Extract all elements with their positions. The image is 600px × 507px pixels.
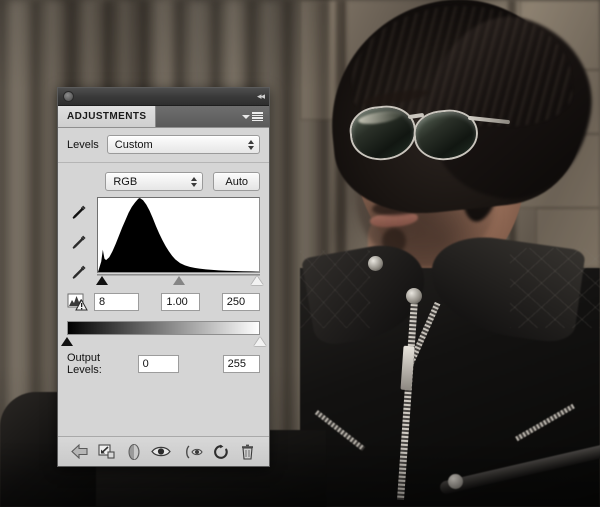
histogram-warning-icon[interactable] (67, 292, 89, 311)
output-black-field[interactable]: 0 (138, 355, 179, 373)
preset-select[interactable]: Custom (107, 135, 260, 154)
hamburger-icon (252, 112, 263, 121)
set-black-point-eyedropper[interactable] (70, 203, 88, 221)
histogram-area (58, 197, 269, 288)
levels-label: Levels (67, 139, 99, 151)
set-gray-point-eyedropper[interactable] (70, 233, 88, 251)
delete-adjustment-layer-button[interactable] (234, 441, 261, 463)
tab-adjustments[interactable]: ADJUSTMENTS (58, 106, 156, 127)
input-levels-row: 8 1.00 250 (58, 288, 269, 317)
chevron-down-icon (242, 115, 250, 119)
panel-tabbar[interactable]: ADJUSTMENTS (58, 106, 269, 128)
auto-button-label: Auto (225, 176, 248, 188)
adjustments-panel[interactable]: ◂◂ ADJUSTMENTS Levels Custom (57, 87, 270, 467)
tab-adjustments-label: ADJUSTMENTS (67, 111, 146, 122)
return-to-adjustment-list-button[interactable] (66, 441, 93, 463)
panel-grip-dot-icon[interactable] (63, 91, 74, 102)
input-midtone-slider-handle[interactable] (173, 276, 185, 285)
set-white-point-eyedropper[interactable] (70, 263, 88, 281)
histogram-plot (98, 198, 259, 272)
screenshot-root: ◂◂ ADJUSTMENTS Levels Custom (0, 0, 600, 507)
quilted-shoulder-left (300, 250, 370, 328)
output-gradient-bar (67, 321, 260, 335)
tabbar-filler (156, 106, 242, 127)
panel-titlebar[interactable]: ◂◂ (58, 88, 269, 106)
auto-button[interactable]: Auto (213, 172, 260, 191)
stepper-arrows-icon (191, 177, 197, 187)
panel-footer-toolbar (58, 436, 269, 466)
eyedropper-column (67, 197, 91, 288)
output-white-slider-handle[interactable] (254, 337, 266, 346)
output-levels-label: Output Levels: (67, 352, 132, 376)
levels-histogram[interactable] (97, 197, 260, 273)
preset-row: Levels Custom (58, 128, 269, 163)
output-levels-row: Output Levels: 0 255 (58, 348, 269, 376)
panel-body: Levels Custom RGB Auto (58, 128, 269, 376)
clip-to-layer-button[interactable] (93, 441, 120, 463)
input-midtone-field[interactable]: 1.00 (161, 293, 199, 311)
stepper-arrows-icon (248, 140, 254, 150)
preset-select-value: Custom (115, 139, 153, 151)
panel-menu-icon[interactable] (242, 106, 269, 127)
input-shadow-slider-handle[interactable] (96, 276, 108, 285)
input-levels-slider[interactable] (97, 274, 260, 288)
reset-adjustment-button[interactable] (207, 441, 234, 463)
quilted-shoulder-right (510, 248, 600, 328)
collar-snap-button (406, 288, 422, 304)
histogram-column (97, 197, 260, 288)
channel-row: RGB Auto (58, 163, 269, 197)
input-highlight-field[interactable]: 250 (222, 293, 260, 311)
channel-select[interactable]: RGB (105, 172, 203, 191)
input-shadow-field[interactable]: 8 (94, 293, 139, 311)
channel-select-value: RGB (113, 176, 137, 188)
toggle-adjustment-preview-button[interactable] (120, 441, 147, 463)
collar-snap-button (368, 256, 383, 271)
input-highlight-slider-handle[interactable] (251, 276, 263, 285)
output-black-slider-handle[interactable] (61, 337, 73, 346)
output-gradient-wrap (58, 317, 269, 348)
output-white-field[interactable]: 255 (223, 355, 260, 373)
view-previous-state-button[interactable] (180, 441, 207, 463)
double-left-arrow-icon[interactable]: ◂◂ (257, 91, 264, 102)
toggle-layer-visibility-button[interactable] (147, 441, 174, 463)
output-levels-slider[interactable] (67, 335, 260, 348)
